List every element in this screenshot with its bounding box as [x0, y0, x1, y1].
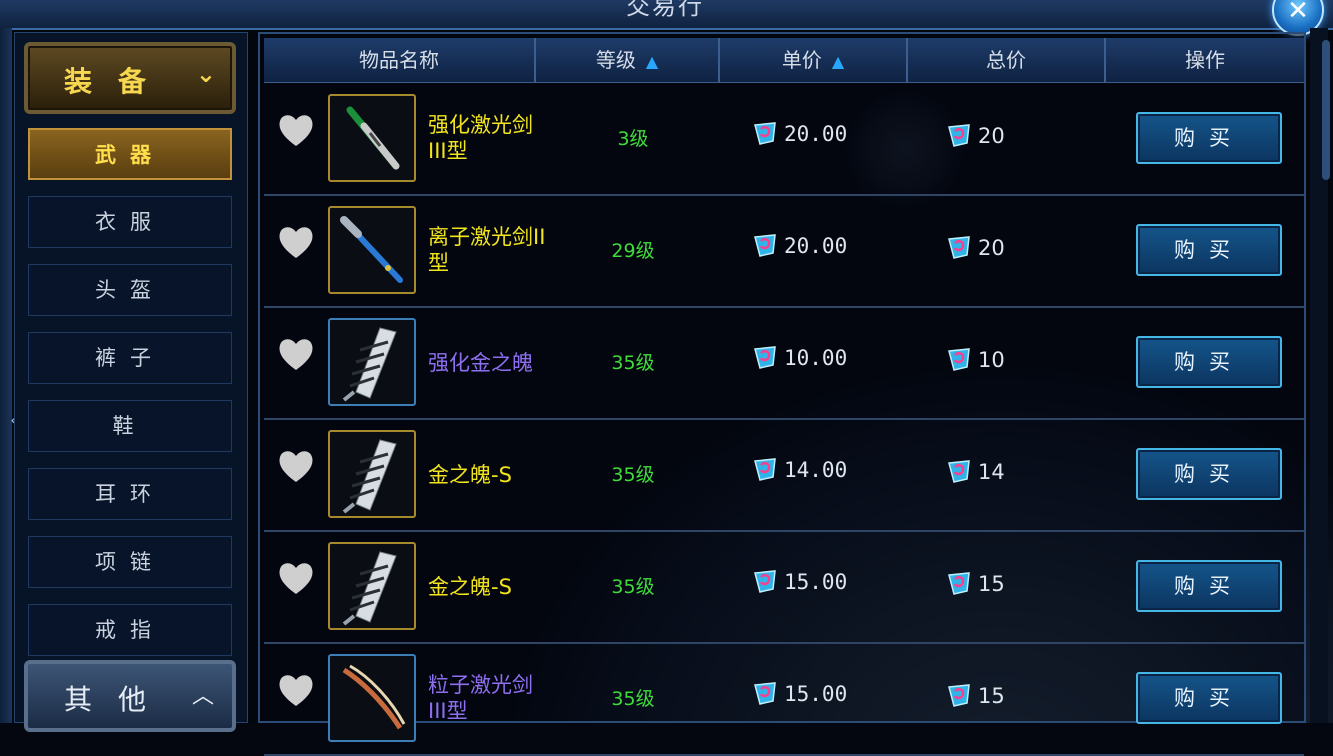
unit-price: 15.00	[752, 568, 847, 594]
buy-button[interactable]: 购买	[1136, 336, 1282, 388]
diamond-currency-icon	[752, 346, 784, 370]
table-row: 粒子激光剑III型 35级 15.00 15 购买	[264, 644, 1304, 756]
sort-asc-icon: ▲	[645, 52, 659, 71]
header-item-name: 物品名称	[264, 38, 536, 82]
total-price: 15	[946, 682, 1005, 708]
favorite-heart-icon[interactable]	[276, 558, 316, 598]
header-unit-price[interactable]: 单价 ▲	[720, 38, 908, 82]
diamond-currency-icon	[752, 570, 784, 594]
unit-price: 15.00	[752, 680, 847, 706]
sidebar-item-label: 鞋	[112, 414, 148, 438]
sidebar-item-label: 裤子	[95, 346, 165, 370]
favorite-heart-icon[interactable]	[276, 222, 316, 262]
metal-claw-icon[interactable]	[328, 430, 416, 518]
sidebar-item-label: 武器	[95, 143, 165, 167]
total-price: 14	[946, 458, 1005, 484]
item-level: 35级	[611, 352, 655, 374]
favorite-heart-icon[interactable]	[276, 670, 316, 710]
diamond-currency-icon	[946, 684, 978, 708]
diamond-currency-icon	[946, 124, 978, 148]
sidebar-item-label: 头盔	[95, 278, 165, 302]
unit-price: 10.00	[752, 344, 847, 370]
buy-button[interactable]: 购买	[1136, 224, 1282, 276]
item-name: 强化金之魄	[428, 351, 533, 375]
sidebar-item-ring[interactable]: 戒指	[28, 604, 232, 656]
item-name: 粒子激光剑III型	[428, 673, 533, 723]
scrollbar-thumb[interactable]	[1322, 40, 1330, 180]
unit-price: 14.00	[752, 456, 847, 482]
item-name: 金之魄-S	[428, 575, 512, 599]
buy-button[interactable]: 购买	[1136, 112, 1282, 164]
chevron-down-icon: ⌄	[195, 60, 216, 88]
table-row: 离子激光剑II型 29级 20.00 20 购买	[264, 196, 1304, 308]
item-level: 35级	[611, 576, 655, 598]
item-level: 3级	[617, 128, 649, 150]
sidebar-item-helmet[interactable]: 头盔	[28, 264, 232, 316]
total-price: 20	[946, 234, 1005, 260]
sidebar-item-shoes[interactable]: 鞋	[28, 400, 232, 452]
diamond-currency-icon	[752, 122, 784, 146]
table-row: 强化金之魄 35级 10.00 10 购买	[264, 308, 1304, 420]
header-level[interactable]: 等级 ▲	[536, 38, 720, 82]
sidebar-item-weapon[interactable]: 武器	[28, 128, 232, 180]
table-header: 物品名称 等级 ▲ 单价 ▲ 总价 操作	[264, 38, 1304, 83]
sort-asc-icon: ▲	[831, 52, 845, 71]
diamond-currency-icon	[752, 682, 784, 706]
item-level: 35级	[611, 688, 655, 710]
unit-price: 20.00	[752, 232, 847, 258]
header-action: 操作	[1185, 48, 1225, 72]
favorite-heart-icon[interactable]	[276, 110, 316, 150]
diamond-currency-icon	[752, 234, 784, 258]
table-row: 金之魄-S 35级 15.00 15 购买	[264, 532, 1304, 644]
diamond-currency-icon	[946, 236, 978, 260]
diamond-currency-icon	[752, 458, 784, 482]
unit-price: 20.00	[752, 120, 847, 146]
total-price: 15	[946, 570, 1005, 596]
table-row: 金之魄-S 35级 14.00 14 购买	[264, 420, 1304, 532]
metal-claw-icon[interactable]	[328, 542, 416, 630]
table-row: 强化激光剑III型 3级 20.00 20 购买	[264, 84, 1304, 196]
lightsaber-red-icon[interactable]	[328, 654, 416, 742]
buy-button[interactable]: 购买	[1136, 448, 1282, 500]
sidebar-item-label: 戒指	[95, 618, 165, 642]
chevron-up-icon: ︿	[191, 684, 214, 709]
sidebar-item-label: 耳环	[95, 482, 165, 506]
diamond-currency-icon	[946, 460, 978, 484]
header-total-price: 总价	[908, 38, 1106, 82]
total-price: 10	[946, 346, 1005, 372]
sidebar-item-necklace[interactable]: 项链	[28, 536, 232, 588]
lightsaber-blue-icon[interactable]	[328, 206, 416, 294]
sidebar-item-label: 衣服	[95, 210, 165, 234]
lightsaber-green-icon[interactable]	[328, 94, 416, 182]
item-name: 强化激光剑III型	[428, 113, 533, 163]
category-other-button[interactable]: 其他 ︿	[24, 660, 236, 732]
total-price: 20	[946, 122, 1005, 148]
favorite-heart-icon[interactable]	[276, 334, 316, 374]
sidebar-item-earring[interactable]: 耳环	[28, 468, 232, 520]
diamond-currency-icon	[946, 348, 978, 372]
favorite-heart-icon[interactable]	[276, 446, 316, 486]
buy-button[interactable]: 购买	[1136, 672, 1282, 724]
item-name: 金之魄-S	[428, 463, 512, 487]
diamond-currency-icon	[946, 572, 978, 596]
sidebar-item-label: 项链	[95, 550, 165, 574]
window-left-border	[0, 28, 12, 723]
category-other-label: 其他	[63, 683, 172, 716]
category-equipment-button[interactable]: 装备 ⌄	[24, 42, 236, 114]
buy-button[interactable]: 购买	[1136, 560, 1282, 612]
metal-claw-icon[interactable]	[328, 318, 416, 406]
item-name: 离子激光剑II型	[428, 225, 546, 275]
sidebar-item-pants[interactable]: 裤子	[28, 332, 232, 384]
category-equipment-label: 装备	[63, 65, 172, 98]
item-level: 29级	[611, 240, 655, 262]
item-level: 35级	[611, 464, 655, 486]
sidebar-item-clothes[interactable]: 衣服	[28, 196, 232, 248]
window-title: 交易行	[626, 0, 704, 20]
